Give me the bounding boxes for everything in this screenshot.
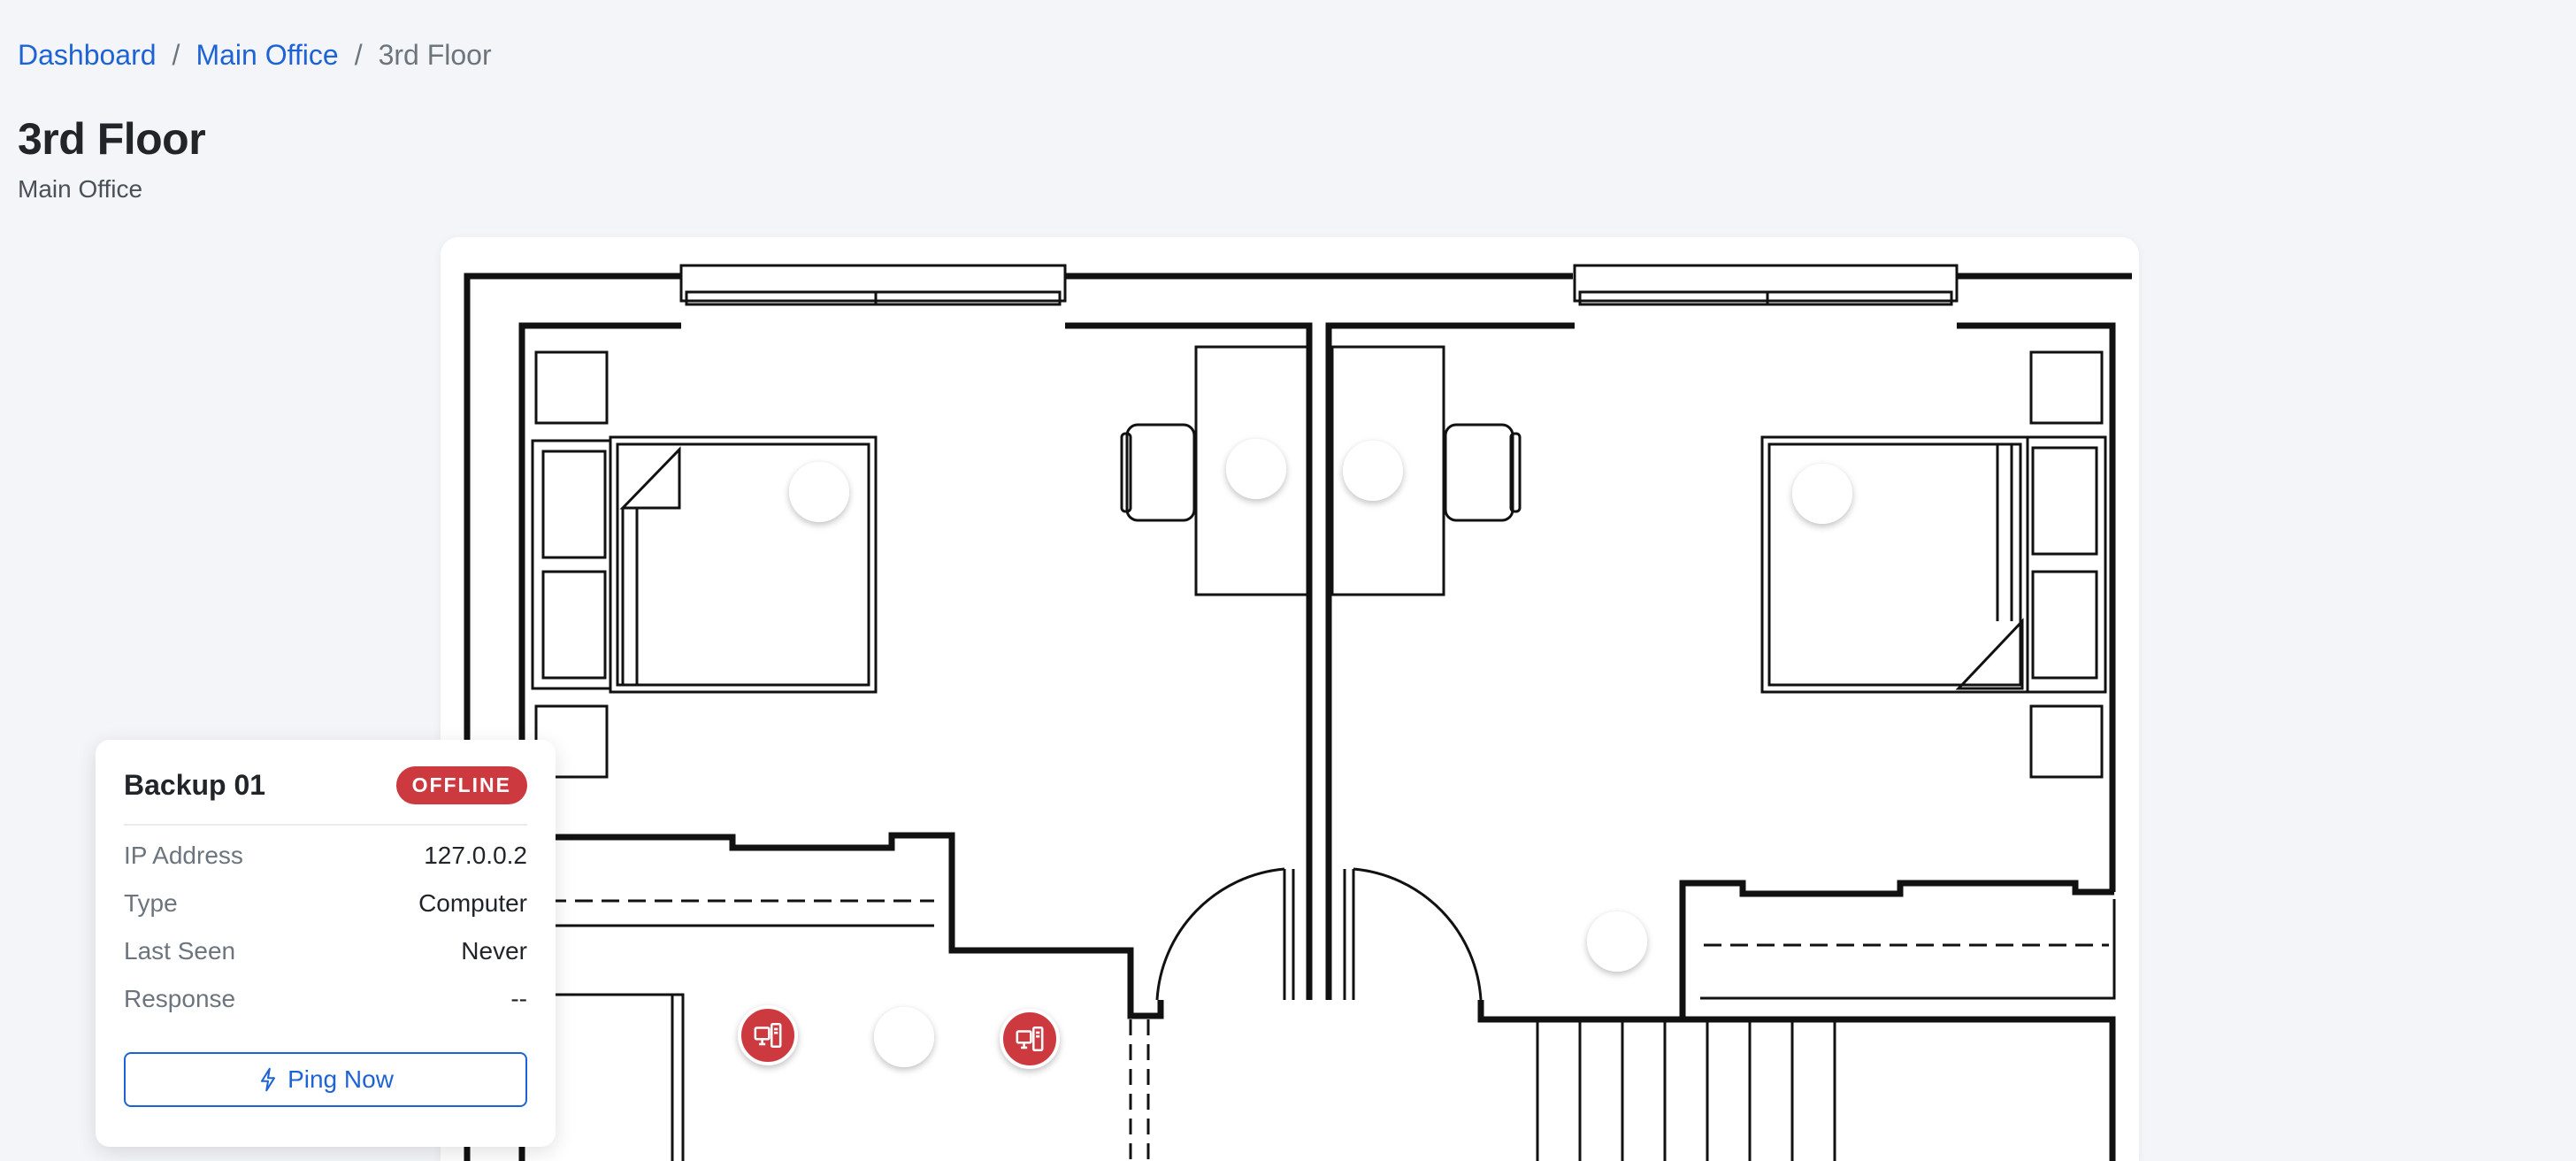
response-value: -- xyxy=(510,985,527,1012)
printer-icon xyxy=(1809,481,1836,507)
type-row: Type Computer xyxy=(124,889,527,921)
type-label: Type xyxy=(124,889,178,917)
lightning-icon xyxy=(261,1067,276,1092)
ip-address-value: 127.0.0.2 xyxy=(424,842,527,869)
computer-icon xyxy=(890,1024,918,1050)
printer-icon xyxy=(806,479,832,505)
page-subtitle: Main Office xyxy=(18,175,143,203)
wifi-marker[interactable] xyxy=(1587,911,1647,972)
last-seen-label: Last Seen xyxy=(124,937,236,965)
computer-marker[interactable] xyxy=(1226,439,1286,499)
device-popup: Backup 01 OFFLINE IP Address 127.0.0.2 T… xyxy=(96,740,556,1147)
breadcrumb-current: 3rd Floor xyxy=(378,39,492,71)
response-row: Response -- xyxy=(124,985,527,1017)
printer-marker[interactable] xyxy=(1792,464,1852,524)
ip-address-label: IP Address xyxy=(124,842,243,869)
floor-plan-map[interactable] xyxy=(441,237,2139,1161)
breadcrumb: Dashboard / Main Office / 3rd Floor xyxy=(18,35,492,74)
computer-icon xyxy=(1359,457,1387,484)
last-seen-row: Last Seen Never xyxy=(124,937,527,969)
ping-now-label: Ping Now xyxy=(288,1065,394,1093)
computer-icon xyxy=(754,1022,782,1049)
breadcrumb-main-office-link[interactable]: Main Office xyxy=(196,35,338,74)
computer-icon xyxy=(1016,1026,1044,1052)
computer-marker-offline[interactable] xyxy=(1000,1009,1060,1069)
page-title: 3rd Floor xyxy=(18,114,206,164)
type-value: Computer xyxy=(418,889,527,917)
wifi-icon xyxy=(1605,932,1629,953)
floor-plan-drawing xyxy=(464,264,2132,1161)
breadcrumb-separator: / xyxy=(172,39,180,71)
response-label: Response xyxy=(124,985,236,1012)
status-badge: OFFLINE xyxy=(395,766,527,804)
computer-marker[interactable] xyxy=(874,1007,934,1067)
computer-icon xyxy=(1242,456,1270,482)
last-seen-value: Never xyxy=(461,937,527,965)
breadcrumb-separator: / xyxy=(354,39,363,71)
ip-address-row: IP Address 127.0.0.2 xyxy=(124,842,527,873)
device-name: Backup 01 xyxy=(124,769,266,801)
breadcrumb-dashboard-link[interactable]: Dashboard xyxy=(18,35,157,74)
ping-now-button[interactable]: Ping Now xyxy=(124,1052,527,1107)
computer-marker-offline[interactable] xyxy=(738,1005,798,1065)
printer-marker[interactable] xyxy=(789,462,849,522)
computer-marker[interactable] xyxy=(1343,441,1403,501)
device-popup-header: Backup 01 OFFLINE xyxy=(124,766,527,826)
